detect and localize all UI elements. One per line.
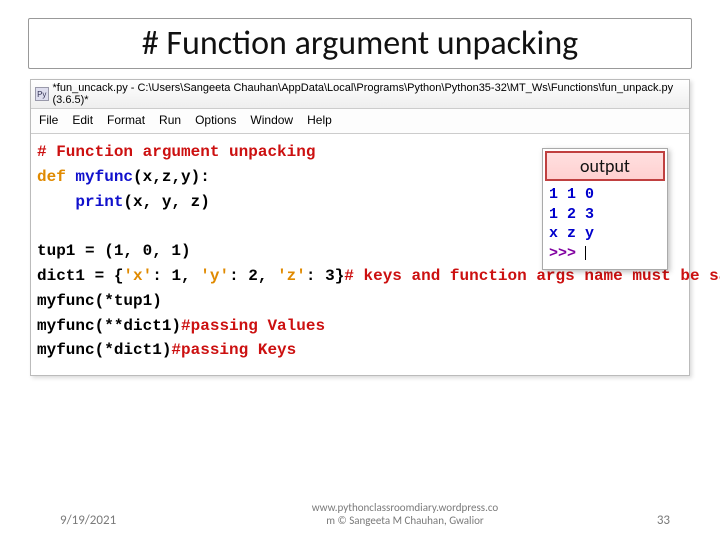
output-row: x z y [549, 224, 661, 244]
func-name: myfunc [66, 168, 133, 186]
call-dict-keys: myfunc(*dict1) [37, 341, 171, 359]
dict-e: : 2, [229, 267, 277, 285]
menu-edit[interactable]: Edit [72, 113, 93, 127]
dict-kx: 'x' [123, 267, 152, 285]
footer-credit: www.pythonclassroomdiary.wordpress.co m … [180, 501, 630, 529]
output-panel: output 1 1 0 1 2 3 x z y >>> [542, 148, 668, 270]
slide: # Function argument unpacking Py *fun_un… [0, 0, 720, 540]
dict-c: : 1, [152, 267, 200, 285]
menu-help[interactable]: Help [307, 113, 332, 127]
python-idle-icon: Py [35, 87, 49, 101]
footer-credit-line1: www.pythonclassroomdiary.wordpress.co [180, 501, 630, 515]
kw-print: print [37, 193, 123, 211]
output-body: 1 1 0 1 2 3 x z y >>> [543, 183, 667, 269]
tup-assign: tup1 = (1, 0, 1) [37, 242, 191, 260]
output-row: 1 2 3 [549, 205, 661, 225]
footer-credit-line2: m © Sangeeta M Chauhan, Gwalior [180, 514, 630, 528]
menu-options[interactable]: Options [195, 113, 236, 127]
cmt-vals: #passing Values [181, 317, 325, 335]
print-args: (x, y, z) [123, 193, 209, 211]
footer-page: 33 [630, 513, 670, 528]
cursor-icon [585, 246, 586, 260]
ide-menubar: File Edit Format Run Options Window Help [31, 109, 689, 134]
call-dict-vals: myfunc(**dict1) [37, 317, 181, 335]
menu-window[interactable]: Window [250, 113, 293, 127]
ide-window-title: *fun_uncack.py - C:\Users\Sangeeta Chauh… [53, 82, 686, 106]
output-prompt-line: >>> [549, 244, 661, 264]
slide-title: # Function argument unpacking [37, 23, 683, 64]
dict-kz: 'z' [277, 267, 306, 285]
cmt-keys: #passing Keys [171, 341, 296, 359]
output-row: 1 1 0 [549, 185, 661, 205]
title-container: # Function argument unpacking [28, 18, 692, 69]
output-label: output [545, 151, 665, 181]
dict-ky: 'y' [200, 267, 229, 285]
ide-titlebar: Py *fun_uncack.py - C:\Users\Sangeeta Ch… [31, 80, 689, 109]
func-params: (x,z,y): [133, 168, 210, 186]
footer-date: 9/19/2021 [60, 513, 180, 528]
menu-file[interactable]: File [39, 113, 58, 127]
dict-a: dict1 = { [37, 267, 123, 285]
code-comment: # Function argument unpacking [37, 143, 315, 161]
kw-def: def [37, 168, 66, 186]
menu-format[interactable]: Format [107, 113, 145, 127]
menu-run[interactable]: Run [159, 113, 181, 127]
footer: 9/19/2021 www.pythonclassroomdiary.wordp… [0, 501, 720, 529]
output-prompt: >>> [549, 245, 585, 262]
call-tup: myfunc(*tup1) [37, 292, 162, 310]
dict-g: : 3} [306, 267, 344, 285]
